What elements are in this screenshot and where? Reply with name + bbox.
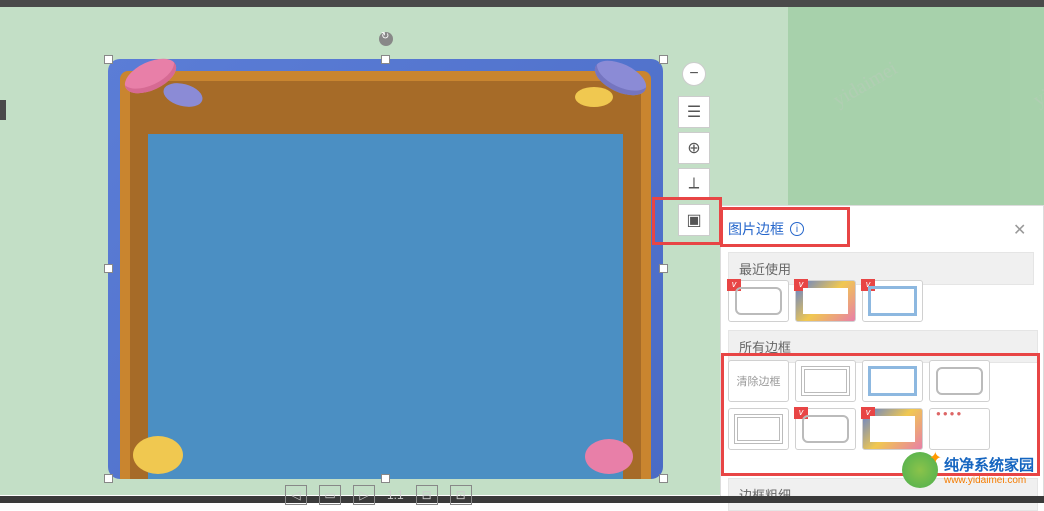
- framed-image[interactable]: [108, 59, 663, 479]
- watermark-logo: 纯净系统家园 www.yidaimei.com: [902, 452, 1034, 488]
- fit-page-icon[interactable]: ⊡: [450, 485, 472, 505]
- frame-thumb-plain[interactable]: [929, 360, 990, 402]
- resize-handle-nw[interactable]: [104, 55, 113, 64]
- frame-thumb-plain[interactable]: [728, 280, 789, 322]
- collapse-button[interactable]: −: [682, 62, 706, 86]
- text-tool-button[interactable]: ☰: [678, 96, 710, 128]
- section-all-label: 所有边框: [728, 330, 1038, 363]
- frame-thumb-dots[interactable]: [929, 408, 990, 450]
- macaron-decoration-icon: [585, 439, 633, 474]
- frame-thumb-clear[interactable]: 清除边框: [728, 360, 789, 402]
- frame-thumb-macaron[interactable]: [795, 280, 856, 322]
- frame-thumb-blue[interactable]: [862, 360, 923, 402]
- resize-handle-w[interactable]: [104, 264, 113, 273]
- slide-prev-icon[interactable]: ◁: [285, 485, 307, 505]
- resize-handle-n[interactable]: [381, 55, 390, 64]
- left-edge: [0, 100, 6, 120]
- resize-handle-se[interactable]: [659, 474, 668, 483]
- resize-handle-e[interactable]: [659, 264, 668, 273]
- watermark-title: 纯净系统家园: [944, 454, 1034, 475]
- frame-thumb-macaron[interactable]: [862, 408, 923, 450]
- section-all: 所有边框: [728, 330, 1038, 363]
- slide-indicator-icon[interactable]: ▭: [319, 485, 341, 505]
- panel-title: 图片边框: [728, 219, 784, 239]
- image-content: [148, 134, 623, 479]
- macaron-decoration-icon: [575, 87, 613, 107]
- crop-tool-button[interactable]: ⟂: [678, 168, 710, 200]
- watermark-url: www.yidaimei.com: [944, 475, 1034, 486]
- resize-handle-sw[interactable]: [104, 474, 113, 483]
- zoom-ratio: 1:1: [387, 488, 404, 502]
- rotate-handle-icon[interactable]: [379, 32, 393, 46]
- frame-thumb-double[interactable]: [795, 360, 856, 402]
- resize-handle-ne[interactable]: [659, 55, 668, 64]
- zoom-tool-button[interactable]: ⊕: [678, 132, 710, 164]
- frame-thumb-plain[interactable]: [795, 408, 856, 450]
- resize-handle-s[interactable]: [381, 474, 390, 483]
- all-frames-grid: 清除边框: [728, 360, 1038, 450]
- canvas-area[interactable]: [0, 7, 788, 495]
- fit-width-icon[interactable]: ⊟: [416, 485, 438, 505]
- close-panel-button[interactable]: ✕: [1013, 220, 1029, 236]
- frame-thumb-stitch[interactable]: [728, 408, 789, 450]
- zoom-controls: ◁ ▭ ▷ 1:1 ⊟ ⊡: [285, 485, 472, 505]
- info-icon[interactable]: i: [790, 222, 804, 236]
- slide-next-icon[interactable]: ▷: [353, 485, 375, 505]
- annotation-highlight-icon: [652, 197, 722, 245]
- macaron-decoration-icon: [133, 436, 183, 474]
- top-bar: [0, 0, 1044, 7]
- watermark-icon: [902, 452, 938, 488]
- frame-thumb-blue[interactable]: [862, 280, 923, 322]
- recent-thumbs: [728, 280, 923, 322]
- panel-header: 图片边框 i: [728, 212, 804, 246]
- bottom-bar: [0, 496, 1044, 503]
